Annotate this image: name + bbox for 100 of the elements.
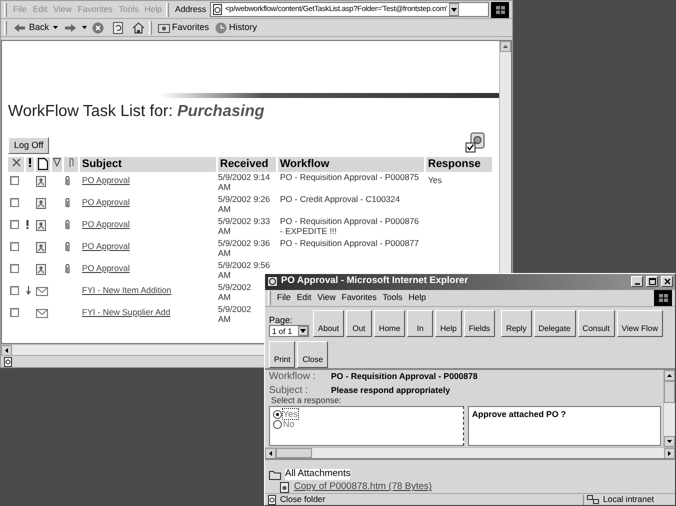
menu-item[interactable]: Help bbox=[406, 293, 428, 303]
scroll-left-arrow-icon bbox=[269, 451, 272, 456]
document-icon bbox=[36, 176, 48, 187]
received-date: 5/9/2002 9:14 bbox=[218, 172, 271, 182]
radio-button[interactable] bbox=[273, 420, 282, 429]
envelope-icon bbox=[36, 308, 48, 319]
priority-icon[interactable] bbox=[28, 158, 32, 170]
status-text: Close folder bbox=[280, 494, 326, 505]
received-date: 5/9/2002 9:36 bbox=[218, 238, 271, 248]
received-date: AM bbox=[218, 292, 232, 302]
subject-link[interactable]: PO Approval bbox=[82, 174, 130, 185]
history-icon bbox=[215, 22, 228, 34]
home-icon[interactable] bbox=[132, 22, 144, 34]
tree-item[interactable]: All Attachments bbox=[285, 469, 350, 480]
menu-item[interactable]: File bbox=[275, 293, 293, 303]
subject-link[interactable]: PO Approval bbox=[82, 240, 130, 251]
browser-icon bbox=[267, 276, 278, 288]
received-date: 5/9/2002 9:56 bbox=[218, 260, 271, 270]
column-header[interactable]: Received bbox=[218, 156, 276, 172]
forward-arrow-icon[interactable] bbox=[63, 22, 78, 34]
toolbar-button[interactable]: Help bbox=[435, 310, 462, 338]
toolbar-button[interactable]: Consult bbox=[578, 310, 615, 338]
toolbar-button[interactable]: Close bbox=[297, 341, 328, 368]
attachment-link[interactable]: Copy of P000878.htm (78 Bytes) bbox=[294, 482, 432, 494]
menu-item[interactable]: Edit bbox=[294, 293, 314, 303]
dropdown-arrow-icon bbox=[300, 329, 306, 334]
log-off-button[interactable]: Log Off bbox=[8, 137, 50, 154]
checkbox[interactable] bbox=[10, 220, 19, 229]
radio-button[interactable] bbox=[273, 410, 282, 419]
column-header[interactable]: Subject bbox=[80, 156, 216, 172]
scroll-thumb[interactable] bbox=[276, 448, 312, 458]
received-date: AM bbox=[218, 204, 232, 214]
document-icon[interactable] bbox=[38, 158, 48, 170]
dropdown-arrow-icon[interactable] bbox=[53, 26, 58, 29]
toolbar-button[interactable]: Out bbox=[346, 310, 372, 338]
received-date: 5/9/2002 bbox=[218, 282, 252, 292]
scroll-thumb[interactable] bbox=[664, 381, 675, 404]
vertical-scrollbar[interactable] bbox=[663, 370, 675, 448]
field-value: PO - Requisition Approval - P000878 bbox=[331, 372, 478, 382]
subject-link[interactable]: PO Approval bbox=[82, 218, 130, 229]
message-text: Approve attached PO ? bbox=[472, 408, 566, 419]
logo-icon bbox=[496, 6, 504, 14]
received-date: AM bbox=[218, 248, 232, 258]
subject-link[interactable]: PO Approval bbox=[82, 262, 130, 273]
radio-label[interactable]: No bbox=[283, 419, 295, 430]
toolbar-button[interactable]: Reply bbox=[501, 310, 532, 338]
toolbar-button[interactable]: Print bbox=[269, 341, 296, 368]
checkbox[interactable] bbox=[10, 176, 19, 185]
page-label: Page: bbox=[269, 314, 294, 326]
workflow-name: PO - Credit Approval - C100324 bbox=[280, 194, 402, 204]
subject-link[interactable]: FYI - New Supplier Add bbox=[82, 306, 170, 317]
received-date: AM bbox=[218, 270, 232, 280]
menu-item[interactable]: Favorites bbox=[340, 293, 379, 303]
column-header[interactable]: Response bbox=[426, 156, 492, 172]
history-button[interactable]: History bbox=[213, 22, 260, 34]
dropdown-arrow-icon[interactable] bbox=[82, 26, 88, 29]
stop-icon[interactable] bbox=[92, 22, 104, 34]
folder-icon[interactable] bbox=[269, 470, 281, 480]
menu-item[interactable]: View bbox=[315, 293, 338, 303]
favorites-button[interactable]: Favorites bbox=[156, 22, 212, 34]
close-icon[interactable] bbox=[664, 278, 670, 286]
received-date: 5/9/2002 bbox=[218, 304, 252, 314]
received-date: 5/9/2002 9:33 bbox=[218, 216, 271, 226]
scroll-right-arrow-icon bbox=[668, 451, 671, 456]
field-label: Subject : bbox=[269, 384, 309, 396]
refresh-icon[interactable] bbox=[112, 22, 124, 34]
checkbox[interactable] bbox=[10, 198, 19, 207]
toolbar-button[interactable]: Home bbox=[374, 310, 406, 338]
toolbar-button[interactable]: Fields bbox=[464, 310, 496, 338]
scroll-up-arrow-icon bbox=[667, 374, 672, 378]
toolbar-button[interactable]: About bbox=[313, 310, 344, 338]
paperclip-icon[interactable] bbox=[68, 158, 74, 170]
menu-item[interactable]: Tools bbox=[380, 293, 404, 303]
horizontal-scrollbar[interactable] bbox=[265, 447, 675, 458]
column-header[interactable]: Workflow bbox=[278, 156, 424, 172]
subject-link[interactable]: FYI - New Item Addition bbox=[82, 284, 172, 295]
checkbox[interactable] bbox=[10, 264, 19, 273]
logo-icon bbox=[658, 294, 668, 302]
back-arrow-icon bbox=[13, 22, 27, 34]
checkbox[interactable] bbox=[10, 308, 19, 317]
checkbox[interactable] bbox=[10, 286, 19, 295]
document-icon bbox=[36, 220, 48, 231]
document-icon bbox=[36, 264, 48, 275]
toolbar-button[interactable]: View Flow bbox=[616, 310, 663, 338]
page-icon bbox=[212, 4, 224, 15]
page-select[interactable]: 1 of 1 bbox=[269, 325, 310, 338]
back-button[interactable]: Back bbox=[11, 22, 52, 34]
workflow-name: PO - Requisition Approval - P000875 bbox=[280, 172, 420, 182]
workflow-name: PO - Requisition Approval - P000876 - EXPEDITE !!! bbox=[280, 216, 420, 236]
maximize-icon[interactable] bbox=[648, 278, 656, 286]
received-date: AM bbox=[218, 226, 232, 236]
toolbar-button[interactable]: In bbox=[407, 310, 434, 338]
received-date: 5/9/2002 9:26 bbox=[218, 194, 271, 204]
checkbox[interactable] bbox=[10, 242, 19, 251]
document-icon bbox=[36, 242, 48, 253]
toolbar-button[interactable]: Delegate bbox=[534, 310, 576, 338]
favorites-icon bbox=[158, 22, 170, 34]
subject-link[interactable]: PO Approval bbox=[82, 196, 130, 207]
radio-label[interactable]: Yes bbox=[283, 408, 298, 420]
window-title: PO Approval - Microsoft Internet Explorer bbox=[281, 276, 470, 288]
